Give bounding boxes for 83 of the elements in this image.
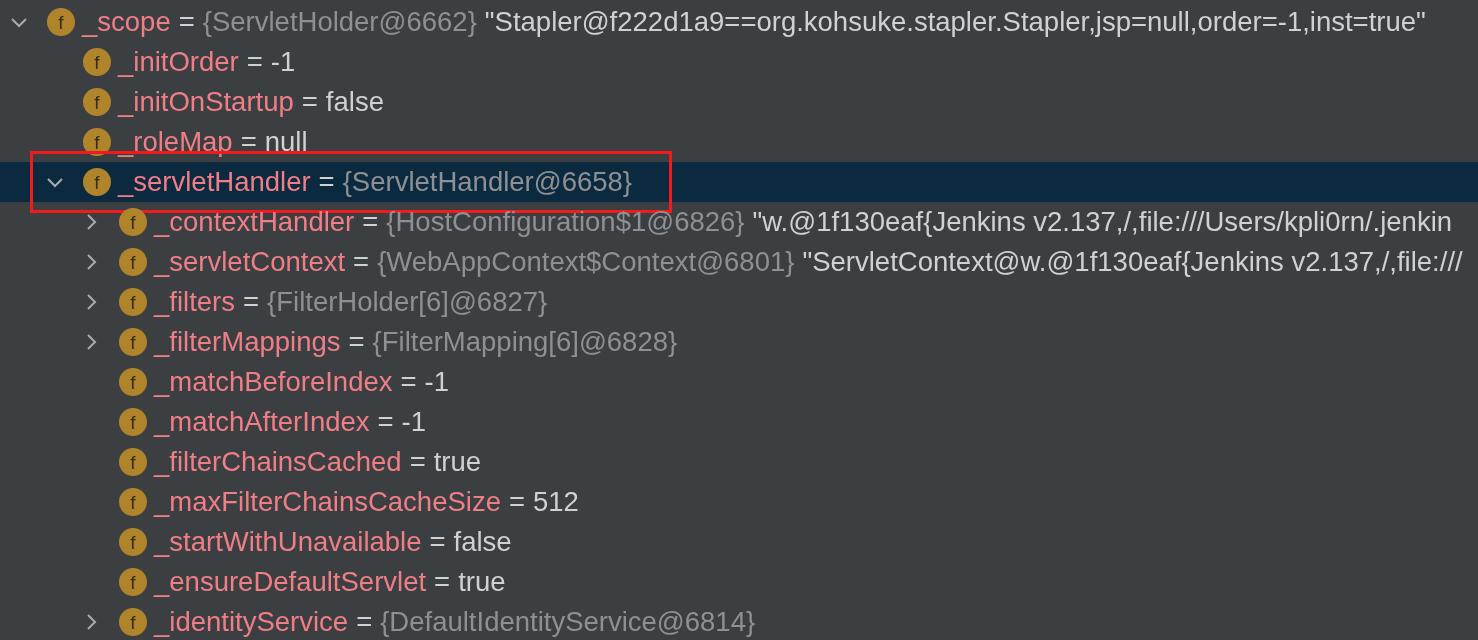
field-icon: f [119, 528, 147, 556]
variable-name: _servletHandler [118, 166, 311, 198]
equals-sign: = [301, 86, 318, 118]
variable-name: _filterChainsCached [154, 446, 402, 478]
field-icon: f [119, 568, 147, 596]
object-type: {ServletHolder@6662} [202, 6, 477, 38]
variable-name: _matchBeforeIndex [154, 366, 393, 398]
tree-row[interactable]: f _filterMappings = {FilterMapping[6]@6828} [0, 322, 1478, 362]
variable-value: "ServletContext@w.@1f130eaf{Jenkins v2.137,/,file:/// [802, 246, 1463, 278]
field-icon: f [83, 168, 111, 196]
field-icon: f [47, 8, 75, 36]
tree-row[interactable]: f _identityService = {DefaultIdentityService@6814} [0, 602, 1478, 640]
variable-value: -1 [424, 366, 449, 398]
variable-name: _matchAfterIndex [154, 406, 370, 438]
equals-sign: = [178, 6, 195, 38]
object-type: {DefaultIdentityService@6814} [380, 606, 756, 638]
equals-sign: = [400, 366, 417, 398]
variable-value: null [264, 126, 308, 158]
variable-name: _scope [82, 6, 171, 38]
tree-row[interactable]: f _startWithUnavailable = false [0, 522, 1478, 562]
variable-name: _roleMap [118, 126, 233, 158]
tree-row[interactable]: f _filterChainsCached = true [0, 442, 1478, 482]
object-type: {FilterHolder[6]@6827} [267, 286, 548, 318]
variable-value: "w.@1f130eaf{Jenkins v2.137,/,file:///Users/kpli0rn/.jenkin [752, 206, 1453, 238]
variable-name: _initOnStartup [118, 86, 294, 118]
tree-row[interactable]: f _initOnStartup = false [0, 82, 1478, 122]
tree-row[interactable]: f _servletHandler = {ServletHandler@6658} [0, 162, 1478, 202]
field-icon: f [119, 288, 147, 316]
field-icon: f [119, 608, 147, 636]
object-type: {HostConfiguration$1@6826} [386, 206, 745, 238]
field-icon: f [119, 368, 147, 396]
field-icon: f [119, 328, 147, 356]
equals-sign: = [318, 166, 335, 198]
tree-row[interactable]: f _contextHandler = {HostConfiguration$1@6826} "w.@1f130eaf{Jenkins v2.137,/,file:///Users/kpli0rn/.jenkin [0, 202, 1478, 242]
tree-row[interactable]: f _maxFilterChainsCacheSize = 512 [0, 482, 1478, 522]
variable-name: _maxFilterChainsCacheSize [154, 486, 501, 518]
variable-name: _startWithUnavailable [154, 526, 422, 558]
field-icon: f [119, 448, 147, 476]
equals-sign: = [429, 526, 446, 558]
equals-sign: = [362, 206, 379, 238]
variable-value: false [453, 526, 512, 558]
tree-row[interactable]: f _filters = {FilterHolder[6]@6827} [0, 282, 1478, 322]
equals-sign: = [240, 126, 257, 158]
field-icon: f [83, 128, 111, 156]
variable-name: _identityService [154, 606, 349, 638]
tree-row[interactable]: f _matchAfterIndex = -1 [0, 402, 1478, 442]
equals-sign: = [243, 286, 260, 318]
field-icon: f [83, 48, 111, 76]
equals-sign: = [246, 46, 263, 78]
tree-row[interactable]: f _scope = {ServletHolder@6662} "Stapler@f222d1a9==org.kohsuke.stapler.Stapler,jsp=null,order=-1,inst=true" [0, 2, 1478, 42]
tree-row[interactable]: f _roleMap = null [0, 122, 1478, 162]
variable-name: _filters [154, 286, 235, 318]
tree-row[interactable]: f _ensureDefaultServlet = true [0, 562, 1478, 602]
field-icon: f [119, 488, 147, 516]
variable-value: "Stapler@f222d1a9==org.kohsuke.stapler.Stapler,jsp=null,order=-1,inst=true" [484, 6, 1426, 38]
equals-sign: = [353, 246, 370, 278]
variable-name: _servletContext [154, 246, 346, 278]
variable-value: -1 [401, 406, 427, 438]
equals-sign: = [409, 446, 426, 478]
equals-sign: = [434, 566, 451, 598]
object-type: {FilterMapping[6]@6828} [372, 326, 678, 358]
equals-sign: = [356, 606, 373, 638]
tree-row[interactable]: f _matchBeforeIndex = -1 [0, 362, 1478, 402]
variable-value: true [458, 566, 506, 598]
variable-name: _contextHandler [154, 206, 355, 238]
variable-name: _filterMappings [154, 326, 341, 358]
variable-value: true [433, 446, 482, 478]
variable-value: false [325, 86, 384, 118]
equals-sign: = [377, 406, 394, 438]
object-type: {ServletHandler@6658} [342, 166, 633, 198]
field-icon: f [119, 248, 147, 276]
variable-name: _ensureDefaultServlet [154, 566, 427, 598]
variable-value: -1 [270, 46, 296, 78]
equals-sign: = [348, 326, 365, 358]
equals-sign: = [508, 486, 525, 518]
field-icon: f [83, 88, 111, 116]
variable-name: _initOrder [118, 46, 239, 78]
variable-value: 512 [533, 486, 579, 518]
object-type: {WebAppContext$Context@6801} [377, 246, 795, 278]
field-icon: f [119, 408, 147, 436]
tree-row[interactable]: f _servletContext = {WebAppContext$Context@6801} "ServletContext@w.@1f130eaf{Jenkins v2.137,/,file:/// [0, 242, 1478, 282]
tree-row[interactable]: f _initOrder = -1 [0, 42, 1478, 82]
field-icon: f [119, 208, 147, 236]
